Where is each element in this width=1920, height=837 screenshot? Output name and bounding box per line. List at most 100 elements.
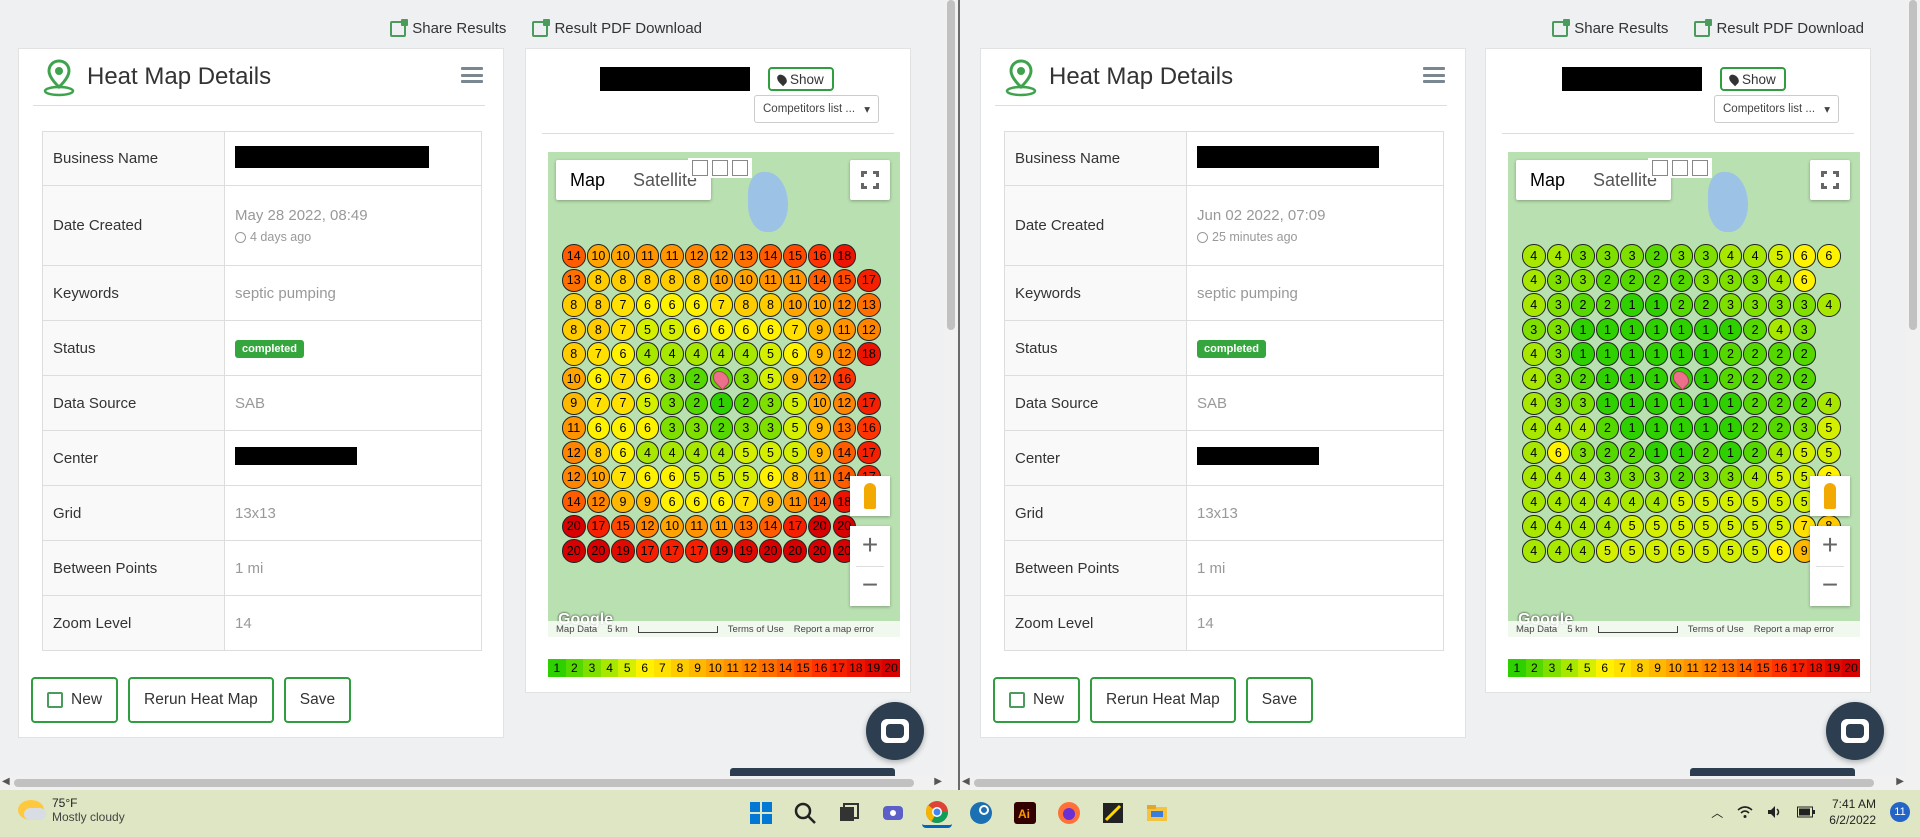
rank-point[interactable]: 1	[1620, 366, 1644, 391]
rank-point[interactable]: 1	[1694, 416, 1718, 440]
rank-point[interactable]: 15	[832, 268, 857, 293]
rank-point[interactable]: 7	[709, 293, 734, 317]
street-view-pegman-icon[interactable]	[1810, 476, 1850, 516]
rank-point[interactable]: 10	[660, 514, 684, 539]
taskbar-clock[interactable]: 7:41 AM 6/2/2022	[1829, 796, 1876, 828]
rank-point[interactable]: 6	[684, 317, 709, 342]
rank-point[interactable]: 20	[807, 514, 832, 539]
rank-point[interactable]: 3	[1767, 293, 1792, 317]
rank-point[interactable]: 6	[709, 489, 734, 514]
rank-point[interactable]: 12	[807, 366, 832, 391]
rank-point[interactable]: 12	[586, 489, 611, 514]
report-link[interactable]: Report a map error	[1754, 624, 1834, 635]
rank-point[interactable]: 8	[586, 440, 611, 465]
map-tab[interactable]: Map	[1516, 160, 1579, 200]
show-button[interactable]: Show	[1720, 67, 1786, 91]
rank-point[interactable]: 1	[1644, 342, 1669, 366]
rank-point[interactable]: 4	[1644, 489, 1669, 514]
rank-point[interactable]: 6	[758, 465, 783, 489]
rank-point[interactable]: 2	[1571, 366, 1595, 391]
rank-point[interactable]: 11	[758, 268, 783, 293]
rank-point[interactable]: 1	[1669, 391, 1694, 416]
pdf-download-link[interactable]: Result PDF Download	[1694, 18, 1864, 37]
rank-point[interactable]: 17	[857, 391, 881, 416]
rank-point[interactable]: 1	[1595, 366, 1620, 391]
rank-point[interactable]: 5	[734, 440, 758, 465]
rank-point[interactable]: 17	[857, 268, 881, 293]
rank-point[interactable]: 3	[1694, 465, 1718, 489]
competitors-select[interactable]: Competitors list ... ▾	[754, 95, 879, 123]
rank-point[interactable]: 2	[1792, 391, 1817, 416]
rank-point[interactable]: 12	[635, 514, 660, 539]
rank-point[interactable]: 4	[1546, 465, 1571, 489]
street-view-pegman-icon[interactable]	[850, 476, 890, 516]
rank-point[interactable]: 17	[783, 514, 807, 539]
rank-point[interactable]: 4	[1743, 244, 1767, 268]
rank-point[interactable]: 3	[1694, 268, 1718, 293]
rank-point[interactable]: 6	[684, 293, 709, 317]
chat-widget-button[interactable]	[866, 702, 924, 760]
rank-point[interactable]: 2	[684, 391, 709, 416]
rank-point[interactable]: 3	[1792, 416, 1817, 440]
rank-point[interactable]: 7	[611, 391, 635, 416]
rank-point[interactable]: 12	[832, 293, 857, 317]
terms-link[interactable]: Terms of Use	[728, 624, 784, 635]
menu-icon[interactable]	[461, 67, 483, 83]
rank-point[interactable]: 5	[1767, 244, 1792, 268]
rank-point[interactable]: 4	[1546, 514, 1571, 539]
rank-point[interactable]: 4	[1522, 366, 1546, 391]
rank-point[interactable]: 4	[1595, 514, 1620, 539]
rank-point[interactable]: 2	[1669, 268, 1694, 293]
rank-point[interactable]: 7	[734, 489, 758, 514]
rank-point[interactable]: 6	[586, 366, 611, 391]
rank-point[interactable]: 5	[660, 317, 684, 342]
rank-point[interactable]: 2	[1718, 342, 1743, 366]
zoom-in-button[interactable]: +	[850, 526, 890, 566]
rank-point[interactable]: 4	[1571, 514, 1595, 539]
rank-point[interactable]: 6	[611, 440, 635, 465]
fullscreen-icon[interactable]	[1810, 160, 1850, 200]
rank-point[interactable]: 19	[611, 539, 635, 563]
rank-point[interactable]: 3	[1546, 391, 1571, 416]
rank-point[interactable]: 8	[586, 317, 611, 342]
search-icon[interactable]	[790, 798, 820, 828]
rank-point[interactable]: 1	[1694, 391, 1718, 416]
rank-point[interactable]: 8	[586, 268, 611, 293]
horizontal-scrollbar[interactable]: ◀ ▶	[960, 776, 1920, 790]
rank-point[interactable]: 8	[562, 342, 586, 366]
rank-point[interactable]: 2	[1595, 293, 1620, 317]
hand-tool-icon[interactable]	[1652, 160, 1668, 176]
rank-point[interactable]: 4	[1817, 293, 1841, 317]
rank-point[interactable]: 15	[611, 514, 635, 539]
rank-point[interactable]: 2	[1767, 391, 1792, 416]
rank-point[interactable]: 11	[635, 244, 660, 268]
rank-point[interactable]: 4	[635, 342, 660, 366]
rank-point[interactable]: 10	[807, 293, 832, 317]
rank-point[interactable]: 3	[1571, 440, 1595, 465]
rank-point[interactable]: 5	[1595, 539, 1620, 563]
sticky-notes-icon[interactable]	[1098, 798, 1128, 828]
rank-point[interactable]: 10	[586, 244, 611, 268]
rank-point[interactable]: 11	[660, 244, 684, 268]
rank-point[interactable]: 2	[684, 366, 709, 391]
rank-point[interactable]: 1	[1644, 440, 1669, 465]
rank-point[interactable]: 7	[611, 465, 635, 489]
shape-tool-icon[interactable]	[1692, 160, 1708, 176]
rank-point[interactable]: 6	[1817, 244, 1841, 268]
rank-point[interactable]: 4	[1571, 416, 1595, 440]
rank-point[interactable]: 5	[1694, 539, 1718, 563]
rank-point[interactable]: 6	[660, 465, 684, 489]
file-explorer-icon[interactable]	[1142, 798, 1172, 828]
rank-point[interactable]: 4	[1595, 489, 1620, 514]
vertical-scrollbar[interactable]	[1906, 0, 1920, 776]
rank-point[interactable]: 20	[562, 514, 586, 539]
rank-point[interactable]: 1	[1571, 317, 1595, 342]
zoom-in-button[interactable]: +	[1810, 526, 1850, 566]
rank-point[interactable]: 2	[709, 416, 734, 440]
rank-point[interactable]: 6	[660, 293, 684, 317]
rank-point[interactable]: 3	[1571, 268, 1595, 293]
rank-point[interactable]: 4	[1522, 489, 1546, 514]
rank-point[interactable]: 11	[783, 268, 807, 293]
zoom-out-button[interactable]: −	[850, 566, 890, 606]
rank-point[interactable]: 1	[1669, 342, 1694, 366]
